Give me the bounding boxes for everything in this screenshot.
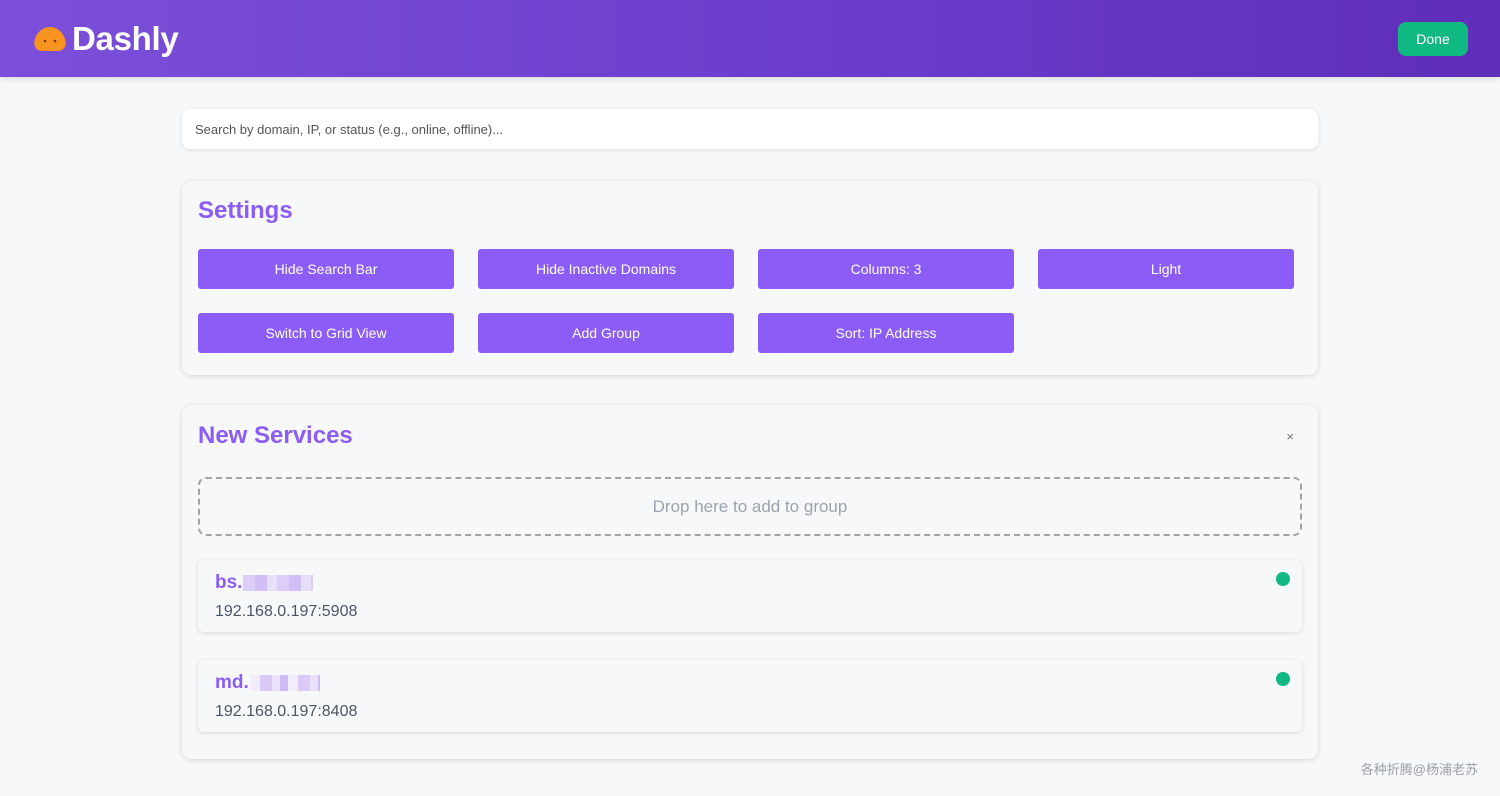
columns-button[interactable]: Columns: 3 xyxy=(758,249,1014,289)
status-online-icon xyxy=(1276,672,1290,686)
sort-button[interactable]: Sort: IP Address xyxy=(758,313,1014,353)
service-domain-prefix: bs. xyxy=(215,572,243,593)
app-header: Dashly Done xyxy=(0,0,1500,77)
redacted-domain xyxy=(249,675,320,691)
group-header: New Services × xyxy=(198,421,1302,451)
service-card[interactable]: md. 192.168.0.197:8408 xyxy=(198,660,1302,732)
hide-inactive-domains-button[interactable]: Hide Inactive Domains xyxy=(478,249,734,289)
add-group-button[interactable]: Add Group xyxy=(478,313,734,353)
hide-search-bar-button[interactable]: Hide Search Bar xyxy=(198,249,454,289)
dropzone[interactable]: Drop here to add to group xyxy=(198,477,1302,536)
service-domain[interactable]: bs. xyxy=(215,572,1285,594)
brand-name: Dashly xyxy=(72,19,179,57)
service-domain-prefix: md. xyxy=(215,672,249,693)
settings-panel: Settings Hide Search Bar Hide Inactive D… xyxy=(182,181,1318,375)
settings-title: Settings xyxy=(198,197,293,224)
search-input[interactable] xyxy=(182,109,1318,149)
service-ip: 192.168.0.197:8408 xyxy=(215,703,358,720)
brand[interactable]: Dashly xyxy=(32,19,179,58)
group-panel: New Services × Drop here to add to group… xyxy=(182,405,1318,759)
done-button[interactable]: Done xyxy=(1398,21,1468,56)
status-online-icon xyxy=(1276,572,1290,586)
service-ip: 192.168.0.197:5908 xyxy=(215,603,358,620)
settings-buttons: Hide Search Bar Hide Inactive Domains Co… xyxy=(198,249,1302,353)
redacted-domain xyxy=(243,575,314,591)
close-icon[interactable]: × xyxy=(1286,429,1294,444)
switch-view-button[interactable]: Switch to Grid View xyxy=(198,313,454,353)
main-content: Settings Hide Search Bar Hide Inactive D… xyxy=(182,77,1318,759)
service-card[interactable]: bs. 192.168.0.197:5908 xyxy=(198,560,1302,632)
service-domain[interactable]: md. xyxy=(215,672,1285,694)
theme-button[interactable]: Light xyxy=(1038,249,1294,289)
group-title[interactable]: New Services xyxy=(198,422,353,450)
logo-icon xyxy=(32,24,68,54)
watermark: 各种折腾@杨浦老苏 xyxy=(1360,762,1478,777)
